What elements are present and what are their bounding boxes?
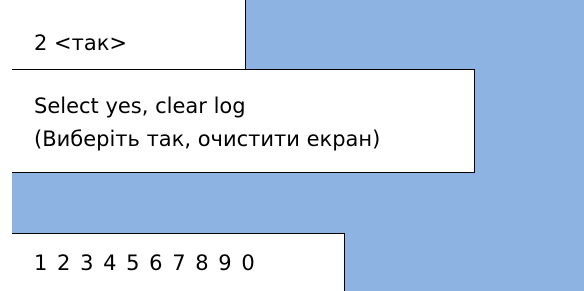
selection-input-text: 2 <так> [34,31,128,55]
selection-input-box: 2 <так> [12,0,246,70]
instruction-line-english: Select yes, clear log [34,94,246,118]
instruction-box: Select yes, clear log (Виберіть так, очи… [12,69,475,173]
instruction-line-ukrainian: (Виберіть так, очистити екран) [34,127,381,151]
digits-box: 1 2 3 4 5 6 7 8 9 0 [12,233,345,291]
screen-root: { "top_box": { "text": "2 <так>" }, "mid… [0,0,584,291]
digits-text: 1 2 3 4 5 6 7 8 9 0 [34,251,256,275]
